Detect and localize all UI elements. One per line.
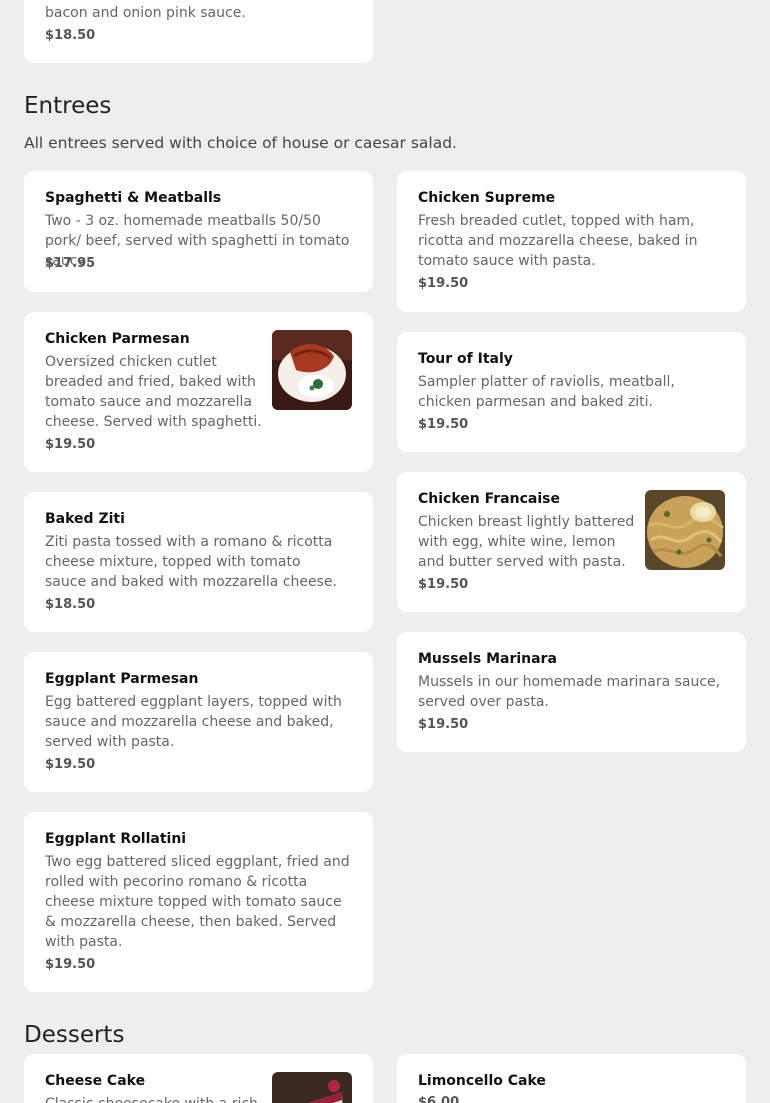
- menu-item-mussels-marinara[interactable]: Mussels Marinara Mussels in our homemade…: [397, 632, 746, 752]
- menu-item-chicken-parmesan[interactable]: Chicken Parmesan Oversized chicken cutle…: [24, 312, 373, 472]
- cheese-cake-photo[interactable]: [272, 1072, 352, 1103]
- menu-item-baked-ziti[interactable]: Baked Ziti Ziti pasta tossed with a roma…: [24, 492, 373, 632]
- item-name: Tour of Italy: [418, 351, 513, 367]
- section-subtitle-entrees: All entrees served with choice of house …: [24, 134, 457, 152]
- item-price: $17.95: [45, 256, 96, 271]
- menu-item-cheese-cake[interactable]: Cheese Cake Classic cheesecake with a ri…: [24, 1054, 373, 1103]
- item-price: $19.50: [418, 717, 469, 732]
- item-price: $19.50: [418, 417, 469, 432]
- item-price: $18.50: [45, 597, 96, 612]
- item-description: Ziti pasta tossed with a romano & ricott…: [45, 534, 337, 590]
- section-title-desserts: Desserts: [24, 1022, 125, 1048]
- item-description: Classic cheesecake with a rich: [45, 1094, 267, 1103]
- menu-item-spaghetti-meatballs[interactable]: Spaghetti & Meatballs Two - 3 oz. homema…: [24, 171, 373, 292]
- item-description: Mussels in our homemade marinara sauce, …: [418, 674, 721, 710]
- item-description: Sampler platter of raviolis, meatball, c…: [418, 374, 675, 410]
- item-name: Eggplant Rollatini: [45, 831, 187, 847]
- menu-item-chicken-supreme[interactable]: Chicken Supreme Fresh breaded cutlet, to…: [397, 171, 746, 312]
- section-title-entrees: Entrees: [24, 93, 112, 119]
- item-price: $6.00: [418, 1095, 460, 1103]
- item-description: Egg battered eggplant layers, topped wit…: [45, 694, 342, 750]
- item-name: Chicken Parmesan: [45, 331, 190, 347]
- item-price: $19.50: [45, 437, 96, 452]
- item-price: $19.50: [45, 957, 96, 972]
- item-price: $19.50: [45, 757, 96, 772]
- item-name: Chicken Supreme: [418, 190, 556, 206]
- item-description: Two egg battered sliced eggplant, fried …: [45, 854, 350, 950]
- item-name: Eggplant Parmesan: [45, 671, 199, 687]
- item-price: $19.50: [418, 577, 469, 592]
- item-name: Limoncello Cake: [418, 1073, 546, 1089]
- chicken-francaise-photo[interactable]: [645, 490, 725, 570]
- menu-item-limoncello-cake[interactable]: Limoncello Cake $6.00: [397, 1054, 746, 1103]
- item-name: Chicken Francaise: [418, 491, 560, 507]
- menu-item-eggplant-rollatini[interactable]: Eggplant Rollatini Two egg battered slic…: [24, 812, 373, 992]
- menu-item-eggplant-parmesan[interactable]: Eggplant Parmesan Egg battered eggplant …: [24, 652, 373, 792]
- menu-item-chicken-francaise[interactable]: Chicken Francaise Chicken breast lightly…: [397, 472, 746, 612]
- item-description: bacon and onion pink sauce.: [45, 5, 246, 21]
- item-name: Spaghetti & Meatballs: [45, 190, 222, 206]
- item-name: Baked Ziti: [45, 511, 125, 527]
- item-description: Chicken breast lightly battered with egg…: [418, 514, 635, 570]
- item-price: $18.50: [45, 28, 96, 43]
- menu-item-tour-of-italy[interactable]: Tour of Italy Sampler platter of ravioli…: [397, 332, 746, 452]
- item-description: Fresh breaded cutlet, topped with ham, r…: [418, 213, 698, 269]
- item-description: Oversized chicken cutlet breaded and fri…: [45, 354, 262, 430]
- menu-item-card[interactable]: bacon and onion pink sauce. $18.50: [24, 0, 373, 63]
- chicken-parmesan-photo[interactable]: [272, 330, 352, 410]
- item-name: Mussels Marinara: [418, 651, 557, 667]
- item-name: Cheese Cake: [45, 1073, 146, 1089]
- item-price: $19.50: [418, 276, 469, 291]
